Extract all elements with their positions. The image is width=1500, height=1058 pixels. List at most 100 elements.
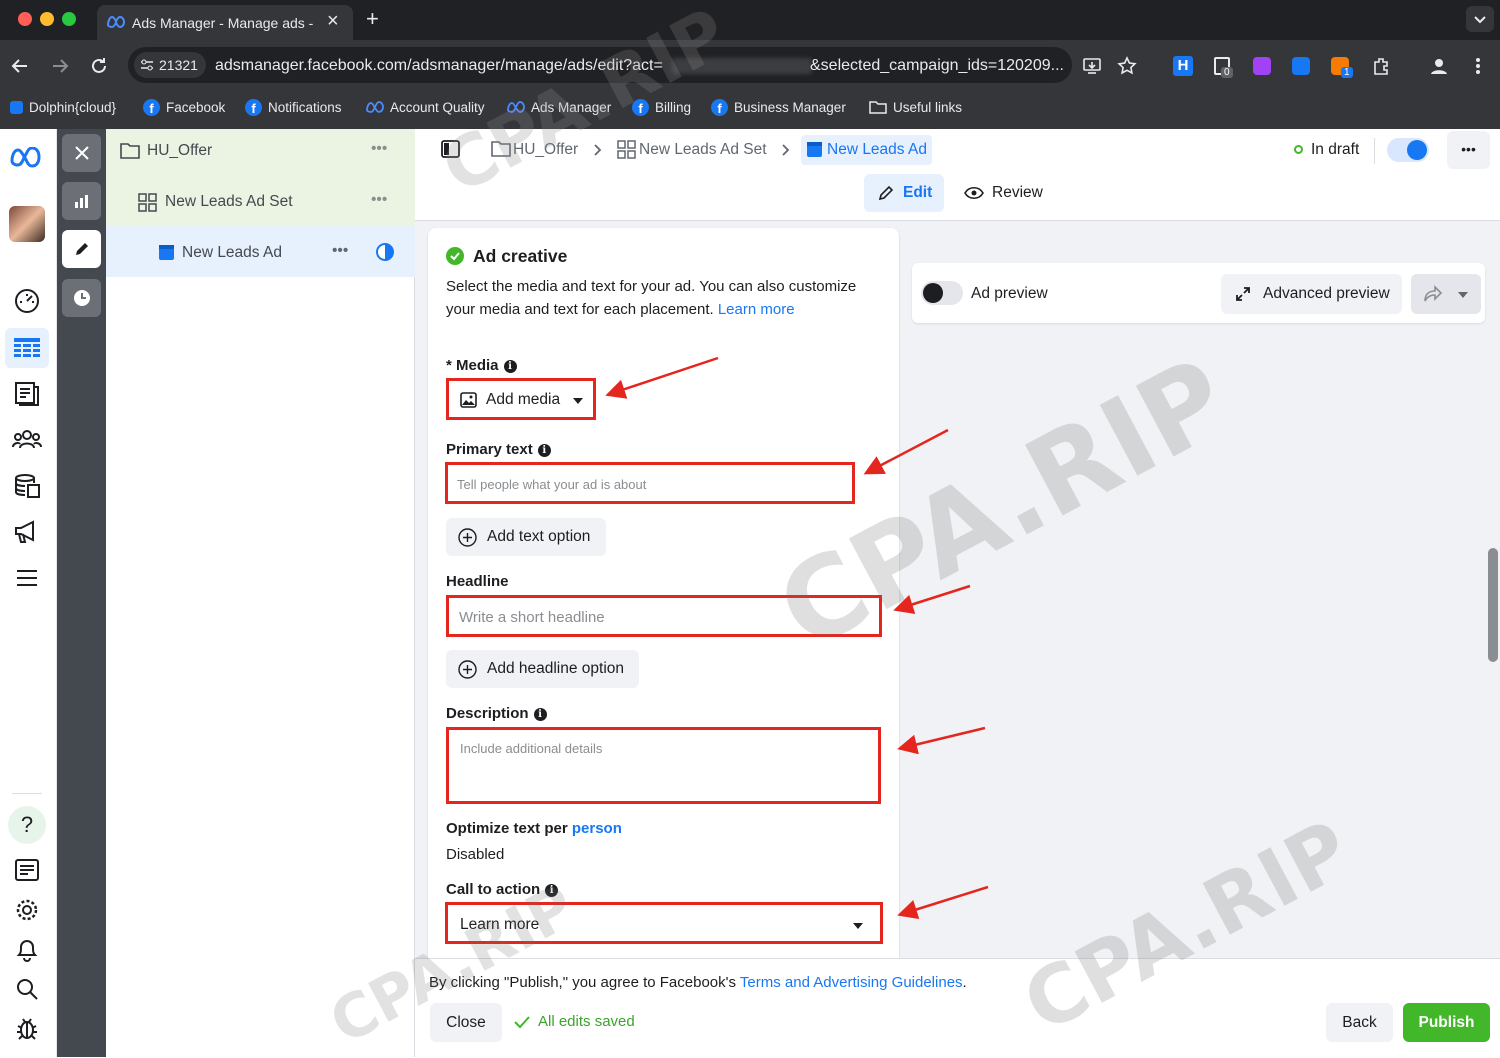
performance-chart-button[interactable] xyxy=(62,182,101,220)
account-avatar[interactable] xyxy=(9,206,45,242)
publish-terms-text: By clicking "Publish," you agree to Face… xyxy=(429,974,737,991)
caret-down-icon xyxy=(572,397,584,405)
add-headline-option-button[interactable]: Add headline option xyxy=(446,650,639,688)
info-icon[interactable]: i xyxy=(537,444,551,457)
toggle-sidebar-icon[interactable] xyxy=(441,140,460,158)
cta-label-text: Call to action xyxy=(446,881,541,898)
extension-badge-0: 0 xyxy=(1221,67,1233,78)
cta-select[interactable]: Learn more xyxy=(445,902,883,944)
extension-blue-icon[interactable] xyxy=(1292,57,1310,75)
tab-search-button[interactable] xyxy=(1466,6,1494,32)
close-tab-icon[interactable]: × xyxy=(327,10,339,33)
publish-button[interactable]: Publish xyxy=(1403,1003,1490,1042)
bookmark-useful-links[interactable]: Useful links xyxy=(869,98,962,116)
new-tab-button[interactable]: + xyxy=(366,6,379,32)
tune-icon xyxy=(140,59,154,71)
audiences-icon[interactable] xyxy=(12,426,42,452)
extension-purple-icon[interactable] xyxy=(1253,57,1271,75)
bookmark-facebook[interactable]: f Facebook xyxy=(143,98,225,116)
tree-adset-more-icon[interactable]: ••• xyxy=(371,191,387,209)
url-suffix: &selected_campaign_ids=120209... xyxy=(810,57,1064,74)
help-question-icon[interactable]: ? xyxy=(8,806,46,844)
back-button[interactable]: Back xyxy=(1326,1003,1393,1042)
dashboard-gauge-icon[interactable] xyxy=(13,287,41,315)
bookmark-business-manager[interactable]: f Business Manager xyxy=(711,98,846,116)
browser-menu-icon[interactable] xyxy=(1470,56,1486,76)
browser-tab[interactable]: Ads Manager - Manage ads - × xyxy=(97,5,353,40)
back-icon[interactable] xyxy=(10,56,30,76)
window-zoom-dot[interactable] xyxy=(62,12,76,26)
headline-input[interactable]: Write a short headline xyxy=(446,595,882,637)
all-tools-menu-icon[interactable] xyxy=(15,568,39,588)
breadcrumb-ad[interactable]: New Leads Ad xyxy=(827,141,927,159)
meta-logo-icon[interactable] xyxy=(10,147,44,169)
advanced-preview-button[interactable]: Advanced preview xyxy=(1221,274,1402,314)
bug-report-icon[interactable] xyxy=(15,1015,39,1041)
bookmark-star-icon[interactable] xyxy=(1117,56,1137,76)
facebook-icon: f xyxy=(245,98,262,116)
share-dropdown-button[interactable] xyxy=(1411,274,1481,314)
check-circle-icon xyxy=(446,247,464,265)
breadcrumb-adset[interactable]: New Leads Ad Set xyxy=(639,141,767,159)
campaign-megaphone-icon[interactable] xyxy=(13,518,41,546)
facebook-icon: f xyxy=(711,98,728,116)
ad-creative-title: Ad creative xyxy=(473,246,568,266)
manage-ads-table-icon[interactable] xyxy=(5,328,49,368)
bookmark-label: Billing xyxy=(655,99,692,115)
ad-creative-description: Select the media and text for your ad. Y… xyxy=(446,276,886,321)
info-icon[interactable]: i xyxy=(503,360,517,373)
reports-icon[interactable] xyxy=(14,858,40,882)
profile-icon[interactable] xyxy=(1429,56,1449,76)
history-button[interactable] xyxy=(62,279,101,317)
ad-preview-toggle[interactable] xyxy=(921,281,963,305)
settings-gear-icon[interactable] xyxy=(14,897,40,923)
close-editor-button[interactable] xyxy=(62,134,101,172)
primary-text-input[interactable]: Tell people what your ad is about xyxy=(445,462,855,504)
breadcrumb-campaign[interactable]: HU_Offer xyxy=(513,141,578,159)
facebook-icon: f xyxy=(632,98,649,116)
add-text-option-button[interactable]: Add text option xyxy=(446,518,606,556)
add-media-button[interactable]: Add media xyxy=(446,378,596,420)
cta-selected-value: Learn more xyxy=(460,916,540,933)
tree-campaign-name[interactable]: HU_Offer xyxy=(147,142,212,160)
tree-ad-name[interactable]: New Leads Ad xyxy=(182,244,282,262)
bookmark-ads-manager[interactable]: Ads Manager xyxy=(507,98,611,116)
search-icon[interactable] xyxy=(15,977,39,1001)
pages-catalog-icon[interactable] xyxy=(13,379,41,407)
expand-icon xyxy=(1236,287,1250,301)
info-icon[interactable]: i xyxy=(545,884,559,897)
bookmark-notifications[interactable]: f Notifications xyxy=(245,98,342,116)
notifications-bell-icon[interactable] xyxy=(15,937,39,963)
reload-icon[interactable] xyxy=(89,56,109,76)
install-app-icon[interactable] xyxy=(1082,56,1102,76)
info-icon[interactable]: i xyxy=(533,708,547,721)
tree-ad-more-icon[interactable]: ••• xyxy=(332,242,348,260)
media-label: * Media i xyxy=(446,357,517,374)
learn-more-link[interactable]: Learn more xyxy=(718,301,795,318)
ad-on-off-toggle[interactable] xyxy=(1387,138,1429,162)
site-info-pill[interactable]: 21321 xyxy=(134,52,206,78)
close-button[interactable]: Close xyxy=(430,1003,502,1042)
extension-h-icon[interactable]: H xyxy=(1173,56,1193,76)
billing-stack-icon[interactable] xyxy=(13,472,41,500)
tree-adset-name[interactable]: New Leads Ad Set xyxy=(165,193,293,211)
forward-icon[interactable] xyxy=(50,56,70,76)
bookmark-billing[interactable]: f Billing xyxy=(632,98,691,116)
extensions-puzzle-icon[interactable] xyxy=(1371,56,1391,76)
window-close-dot[interactable] xyxy=(18,12,32,26)
bookmark-account-quality[interactable]: Account Quality xyxy=(366,98,485,116)
review-tab-label: Review xyxy=(992,184,1043,201)
bookmark-dolphin[interactable]: Dolphin{cloud} xyxy=(10,98,116,116)
tree-campaign-more-icon[interactable]: ••• xyxy=(371,140,387,158)
headline-placeholder: Write a short headline xyxy=(459,609,605,626)
description-textarea[interactable]: Include additional details xyxy=(446,727,881,804)
main-scrollbar-thumb[interactable] xyxy=(1488,548,1498,662)
edit-mode-button[interactable] xyxy=(62,230,101,268)
optimize-person-link[interactable]: person xyxy=(572,820,622,837)
add-headline-option-label: Add headline option xyxy=(487,660,625,677)
window-minimize-dot[interactable] xyxy=(40,12,54,26)
bookmark-label: Facebook xyxy=(166,99,226,115)
bookmark-label: Useful links xyxy=(893,99,963,115)
more-options-button[interactable]: ••• xyxy=(1447,131,1490,169)
terms-link[interactable]: Terms and Advertising Guidelines xyxy=(740,974,963,991)
